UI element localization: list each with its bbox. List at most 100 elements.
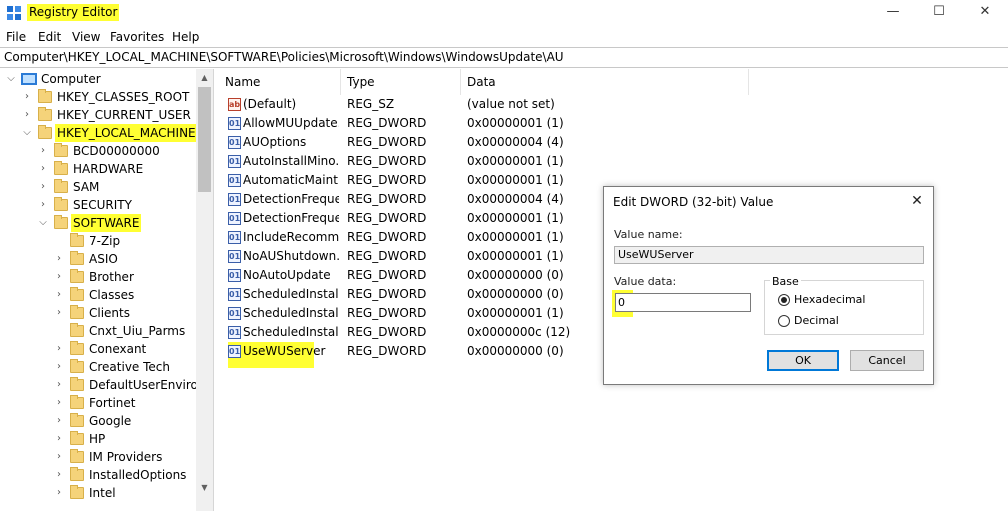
value-data: 0x0000000c (12)	[467, 325, 571, 339]
edit-dword-dialog: Edit DWORD (32-bit) Value ✕ Value name: …	[603, 186, 934, 385]
tree-item-software-child[interactable]: › Brother	[0, 268, 196, 286]
chevron-right-icon[interactable]: ›	[54, 376, 64, 394]
chevron-right-icon[interactable]: ›	[38, 142, 48, 160]
folder-icon	[70, 269, 84, 283]
tree-item-hkcr[interactable]: › HKEY_CLASSES_ROOT	[0, 88, 196, 106]
menu-view[interactable]: View	[72, 29, 100, 45]
chevron-right-icon[interactable]: ›	[54, 466, 64, 484]
tree-item-software-child[interactable]: Cnxt_Uiu_Parms	[0, 322, 196, 340]
address-bar[interactable]: Computer\HKEY_LOCAL_MACHINE\SOFTWARE\Pol…	[0, 47, 1008, 68]
tree-item-software-child[interactable]: › Google	[0, 412, 196, 430]
dialog-close-button[interactable]: ✕	[903, 189, 931, 213]
value-data-input[interactable]: 0	[615, 293, 751, 312]
chevron-right-icon[interactable]: ›	[54, 394, 64, 412]
chevron-right-icon[interactable]: ›	[54, 286, 64, 304]
dword-value-icon: 01	[228, 288, 241, 301]
scroll-up-icon[interactable]: ▲	[196, 69, 213, 86]
tree-label: HARDWARE	[73, 162, 144, 176]
chevron-right-icon[interactable]: ›	[54, 430, 64, 448]
value-row[interactable]: 01 AUOptions REG_DWORD 0x00000004 (4)	[219, 133, 819, 152]
tree-item-software-child[interactable]: › Clients	[0, 304, 196, 322]
chevron-right-icon[interactable]: ›	[38, 196, 48, 214]
value-data: (value not set)	[467, 97, 555, 111]
dword-value-icon: 01	[228, 212, 241, 225]
chevron-right-icon[interactable]: ›	[54, 268, 64, 286]
tree-item-software-child[interactable]: › Conexant	[0, 340, 196, 358]
column-header-name[interactable]: Name	[219, 69, 341, 95]
chevron-down-icon[interactable]: ⌵	[6, 70, 16, 88]
tree-item-hkcu[interactable]: › HKEY_CURRENT_USER	[0, 106, 196, 124]
decimal-radio[interactable]	[778, 315, 790, 327]
column-header-type[interactable]: Type	[341, 69, 461, 95]
value-row[interactable]: 01 AutoInstallMino... REG_DWORD 0x000000…	[219, 152, 819, 171]
tree-item-software-child[interactable]: › DefaultUserEnvironn	[0, 376, 212, 394]
tree-item-software-child[interactable]: › Intel	[0, 484, 196, 502]
chevron-right-icon[interactable]: ›	[38, 178, 48, 196]
decimal-label[interactable]: Decimal	[794, 314, 839, 327]
hexadecimal-radio[interactable]	[778, 294, 790, 306]
dword-value-icon: 01	[228, 269, 241, 282]
chevron-right-icon[interactable]: ›	[22, 106, 32, 124]
address-path[interactable]: Computer\HKEY_LOCAL_MACHINE\SOFTWARE\Pol…	[4, 50, 564, 64]
key-tree[interactable]: ⌵ Computer › HKEY_CLASSES_ROOT › HKEY_CU…	[0, 69, 212, 511]
menu-help[interactable]: Help	[172, 29, 199, 45]
chevron-right-icon[interactable]: ›	[54, 340, 64, 358]
tree-scrollbar[interactable]: ▲ ▼	[196, 69, 213, 496]
tree-item-software-child[interactable]: › HP	[0, 430, 196, 448]
chevron-right-icon[interactable]: ›	[54, 484, 64, 502]
menu-favorites[interactable]: Favorites	[110, 29, 164, 45]
tree-item-software[interactable]: ⌵ SOFTWARE	[0, 214, 196, 232]
column-header-data[interactable]: Data	[461, 69, 749, 95]
value-name: DetectionFreque...	[243, 211, 339, 225]
tree-item-bcd[interactable]: › BCD00000000	[0, 142, 196, 160]
tree-label: HP	[89, 432, 106, 446]
menu-file[interactable]: File	[6, 29, 26, 45]
chevron-right-icon[interactable]: ›	[22, 88, 32, 106]
tree-item-hklm[interactable]: ⌵ HKEY_LOCAL_MACHINE	[0, 124, 198, 142]
tree-item-software-child[interactable]: › Creative Tech	[0, 358, 196, 376]
ok-button[interactable]: OK	[767, 350, 839, 371]
chevron-right-icon[interactable]: ›	[54, 250, 64, 268]
value-type: REG_SZ	[347, 97, 395, 111]
tree-item-hardware[interactable]: › HARDWARE	[0, 160, 196, 178]
chevron-right-icon[interactable]: ›	[54, 304, 64, 322]
folder-icon	[70, 323, 84, 337]
tree-item-software-child[interactable]: › InstalledOptions	[0, 466, 196, 484]
tree-label: HKEY_CURRENT_USER	[57, 108, 191, 122]
tree-item-computer[interactable]: ⌵ Computer	[0, 70, 196, 88]
tree-item-software-child[interactable]: › Classes	[0, 286, 196, 304]
maximize-button[interactable]: ☐	[916, 0, 962, 26]
minimize-button[interactable]: —	[870, 0, 916, 26]
folder-icon	[38, 89, 52, 103]
value-row[interactable]: ab (Default) REG_SZ (value not set)	[219, 95, 819, 114]
tree-item-software-child[interactable]: › Fortinet	[0, 394, 196, 412]
menu-edit[interactable]: Edit	[38, 29, 61, 45]
close-button[interactable]: ✕	[962, 0, 1008, 26]
tree-item-software-child[interactable]: › ASIO	[0, 250, 196, 268]
chevron-right-icon[interactable]: ›	[54, 448, 64, 466]
chevron-down-icon[interactable]: ⌵	[22, 124, 32, 142]
tree-item-software-child[interactable]: 7-Zip	[0, 232, 196, 250]
folder-icon	[38, 125, 52, 139]
chevron-right-icon[interactable]: ›	[54, 358, 64, 376]
chevron-right-icon[interactable]: ›	[38, 160, 48, 178]
chevron-down-icon[interactable]: ⌵	[38, 214, 48, 232]
tree-item-sam[interactable]: › SAM	[0, 178, 196, 196]
folder-icon	[38, 107, 52, 121]
chevron-right-icon[interactable]: ›	[54, 412, 64, 430]
value-type: REG_DWORD	[347, 211, 427, 225]
value-type: REG_DWORD	[347, 135, 427, 149]
string-value-icon: ab	[228, 98, 241, 111]
value-row[interactable]: 01 AllowMUUpdate... REG_DWORD 0x00000001…	[219, 114, 819, 133]
cancel-button[interactable]: Cancel	[850, 350, 924, 371]
registry-editor-icon	[7, 6, 21, 20]
tree-item-software-child[interactable]: › IM Providers	[0, 448, 196, 466]
value-name: ScheduledInstall...	[243, 325, 339, 339]
value-name: IncludeRecomm...	[243, 230, 339, 244]
title-bar: Registry Editor — ☐ ✕	[0, 0, 1008, 26]
hexadecimal-label[interactable]: Hexadecimal	[794, 293, 865, 306]
tree-item-security[interactable]: › SECURITY	[0, 196, 196, 214]
value-name: AUOptions	[243, 135, 307, 149]
value-name: NoAUShutdown...	[243, 249, 339, 263]
scrollbar-thumb[interactable]	[198, 87, 211, 192]
